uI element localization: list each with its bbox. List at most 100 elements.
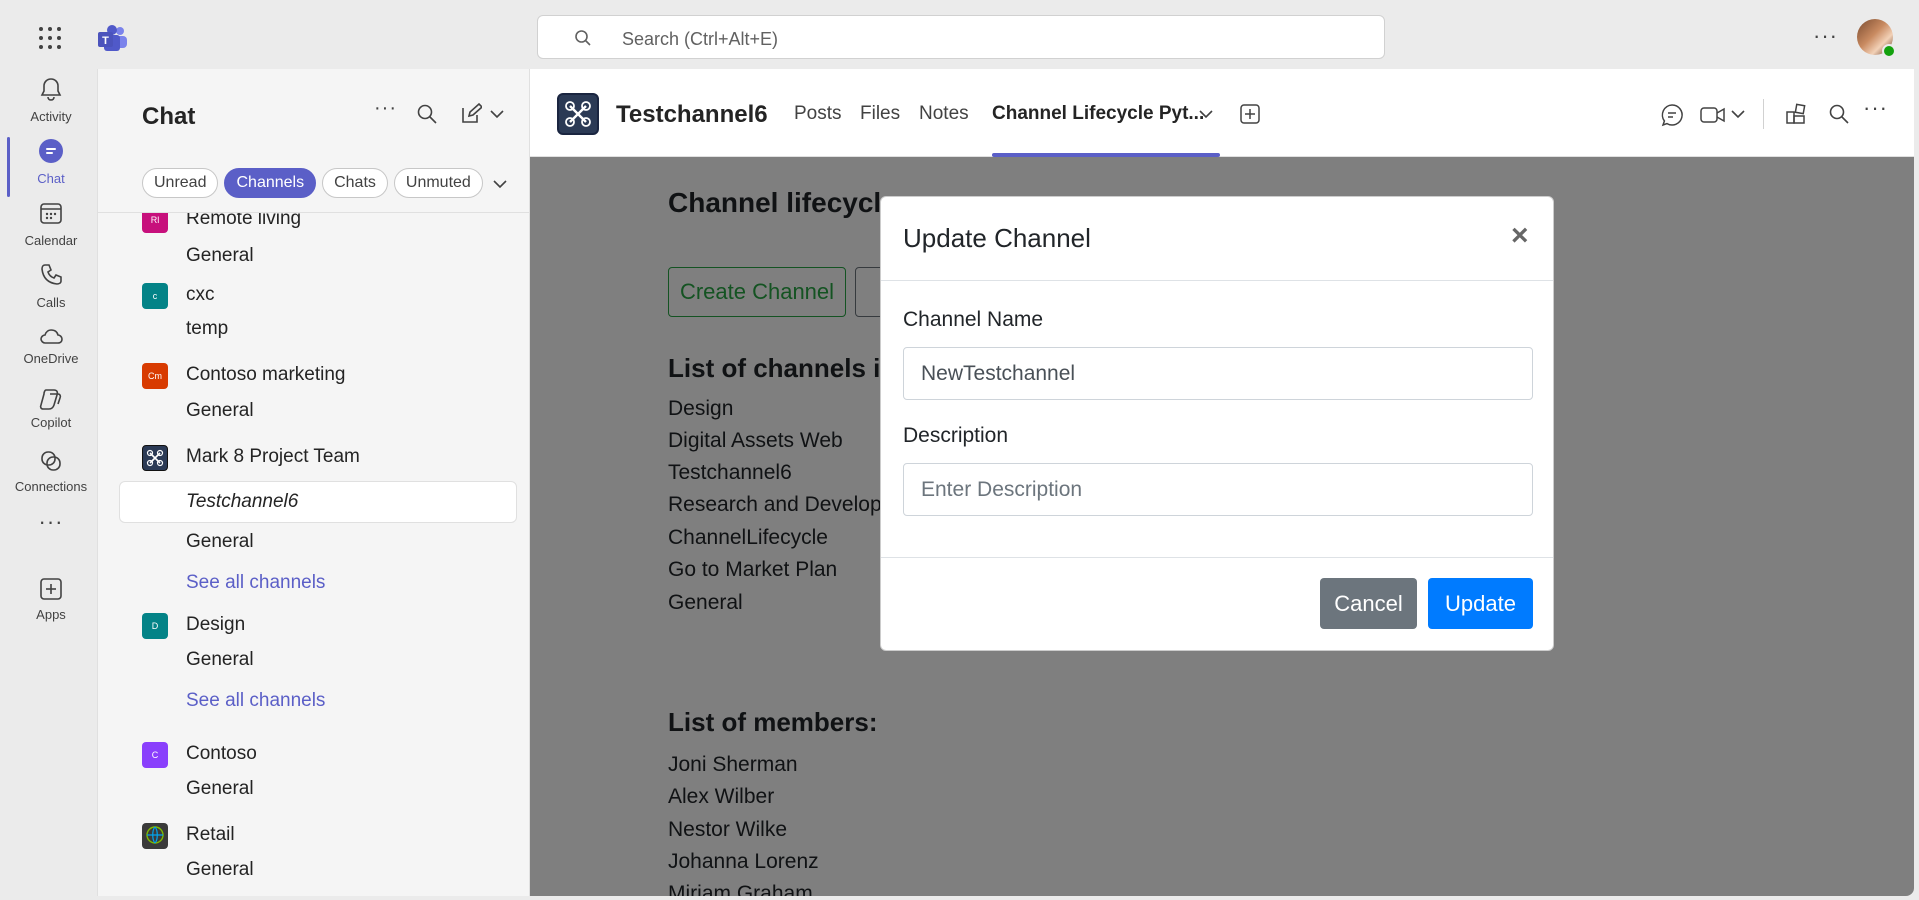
status-available-icon xyxy=(1882,44,1896,58)
filter-unread[interactable]: Unread xyxy=(142,168,219,198)
conversation-icon[interactable] xyxy=(1660,103,1684,127)
rail-label: Calendar xyxy=(24,233,78,248)
team-mark-8-project-team[interactable]: Mark 8 Project Team xyxy=(142,439,522,475)
rail-item-onedrive[interactable]: OneDrive xyxy=(5,317,97,387)
chevron-down-icon[interactable] xyxy=(493,179,507,189)
apps-icon xyxy=(40,578,62,600)
divider xyxy=(1763,99,1764,129)
more-options-icon[interactable]: ··· xyxy=(1813,23,1838,49)
team-name: Design xyxy=(186,614,246,635)
team-contoso[interactable]: C Contoso xyxy=(142,736,522,772)
filter-chats[interactable]: Chats xyxy=(322,168,388,198)
rail-label: Connections xyxy=(14,479,88,494)
team-retail[interactable]: Retail xyxy=(142,817,522,853)
team-name: cxc xyxy=(186,284,215,305)
channel-list: Rl Remote living General c cxc temp Cm C… xyxy=(98,212,529,896)
more-apps-icon[interactable]: ··· xyxy=(5,505,97,541)
channel-item-selected[interactable]: Testchannel6 xyxy=(119,481,517,523)
more-options-icon[interactable]: ··· xyxy=(374,97,397,120)
dialog-title: Update Channel xyxy=(903,223,1091,253)
rail-label: Chat xyxy=(37,171,65,186)
channel-name-field[interactable]: NewTestchannel xyxy=(903,347,1533,400)
chat-icon xyxy=(39,139,63,163)
chevron-down-icon[interactable] xyxy=(490,109,504,119)
compose-icon[interactable] xyxy=(460,103,482,125)
search-box[interactable]: Search (Ctrl+Alt+E) xyxy=(537,15,1385,59)
phone-icon xyxy=(41,264,62,285)
apps-icon[interactable] xyxy=(1785,103,1807,125)
search-icon xyxy=(575,30,591,46)
app-launcher-icon[interactable] xyxy=(39,27,61,49)
rail-item-apps[interactable]: Apps xyxy=(5,569,97,639)
channel-item[interactable]: General xyxy=(186,859,254,881)
video-icon[interactable] xyxy=(1700,105,1726,125)
team-avatar: Cm xyxy=(142,363,168,389)
filter-channels[interactable]: Channels xyxy=(224,168,317,198)
team-cxc[interactable]: c cxc xyxy=(142,277,522,313)
top-bar: T Search (Ctrl+Alt+E) ··· xyxy=(5,5,1914,69)
channel-item[interactable]: General xyxy=(186,649,254,671)
rail-item-activity[interactable]: Activity xyxy=(5,69,97,139)
panel-title: Chat xyxy=(142,103,196,130)
rail-label: Apps xyxy=(36,607,66,622)
rail-item-chat[interactable]: Chat xyxy=(5,131,97,201)
rail-item-calendar[interactable]: Calendar xyxy=(5,193,97,263)
team-avatar: Rl xyxy=(142,213,168,233)
filter-chips: Unread Channels Chats Unmuted xyxy=(142,168,483,200)
search-icon[interactable] xyxy=(1828,103,1850,125)
channel-title: Testchannel6 xyxy=(616,101,768,128)
channel-item[interactable]: General xyxy=(186,531,254,553)
chevron-down-icon[interactable] xyxy=(1199,109,1213,119)
rail-item-calls[interactable]: Calls xyxy=(5,255,97,325)
cancel-button[interactable]: Cancel xyxy=(1320,578,1417,629)
team-name: Retail xyxy=(186,824,235,845)
add-tab-icon[interactable] xyxy=(1240,104,1260,124)
search-icon[interactable] xyxy=(416,103,438,125)
rail-label: Activity xyxy=(30,109,72,124)
team-name: Remote living xyxy=(186,212,302,229)
team-design[interactable]: D Design xyxy=(142,607,522,643)
channel-name: Testchannel6 xyxy=(186,491,299,512)
connections-icon xyxy=(41,451,61,471)
channel-header: Testchannel6 Posts Files Notes Channel L… xyxy=(530,69,1914,157)
tab-channel-lifecycle[interactable]: Channel Lifecycle Pyt... xyxy=(992,103,1204,125)
channel-item[interactable]: General xyxy=(186,778,254,800)
tab-notes[interactable]: Notes xyxy=(919,103,969,125)
rail-item-copilot[interactable]: Copilot xyxy=(5,379,97,449)
filter-unmuted[interactable]: Unmuted xyxy=(393,168,483,198)
see-all-channels-link[interactable]: See all channels xyxy=(186,572,325,594)
description-field[interactable]: Enter Description xyxy=(903,463,1533,516)
team-remote-living[interactable]: Rl Remote living xyxy=(142,212,522,237)
see-all-channels-link[interactable]: See all channels xyxy=(186,690,325,712)
team-contoso-marketing[interactable]: Cm Contoso marketing xyxy=(142,357,522,393)
close-icon[interactable]: × xyxy=(1511,219,1529,253)
app-rail: Activity Chat Calendar Calls OneDrive Co… xyxy=(5,69,97,896)
channel-item[interactable]: General xyxy=(186,400,254,422)
chevron-down-icon[interactable] xyxy=(1731,109,1745,119)
description-label: Description xyxy=(903,424,1009,447)
rail-label: Copilot xyxy=(30,415,72,430)
avatar[interactable] xyxy=(1857,19,1896,58)
more-options-icon[interactable]: ··· xyxy=(1863,95,1888,121)
divider xyxy=(881,557,1553,558)
team-avatar: C xyxy=(142,742,168,768)
update-channel-dialog: Update Channel × Channel Name NewTestcha… xyxy=(880,196,1554,651)
update-button[interactable]: Update xyxy=(1428,578,1533,629)
rail-label: Calls xyxy=(36,295,66,310)
channel-item[interactable]: General xyxy=(186,245,254,267)
cloud-icon xyxy=(40,329,63,344)
channel-item[interactable]: temp xyxy=(186,318,228,340)
team-avatar: c xyxy=(142,283,168,309)
rail-item-connections[interactable]: Connections xyxy=(5,441,97,511)
copilot-icon xyxy=(39,389,62,410)
team-name: Mark 8 Project Team xyxy=(186,446,360,467)
tab-posts[interactable]: Posts xyxy=(794,103,842,125)
teams-logo-icon: T xyxy=(98,25,127,51)
divider xyxy=(881,280,1553,281)
team-name: Contoso xyxy=(186,743,257,764)
search-input[interactable]: Search (Ctrl+Alt+E) xyxy=(622,29,778,50)
team-name: Contoso marketing xyxy=(186,364,346,385)
svg-text:T: T xyxy=(102,35,109,47)
globe-icon xyxy=(142,823,168,849)
tab-files[interactable]: Files xyxy=(860,103,900,125)
